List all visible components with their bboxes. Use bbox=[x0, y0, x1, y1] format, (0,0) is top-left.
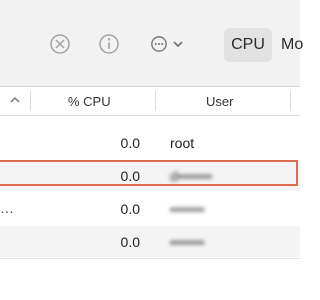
table-row[interactable]: 0.0 root bbox=[0, 127, 300, 158]
user-value-redacted: ••••••• bbox=[170, 201, 205, 217]
cpu-value: 0.0 bbox=[120, 201, 140, 217]
process-name-truncated: … bbox=[0, 200, 14, 216]
tab-memory[interactable]: Mo bbox=[281, 28, 303, 62]
column-divider[interactable] bbox=[155, 91, 156, 111]
column-divider[interactable] bbox=[290, 91, 291, 111]
table-row[interactable]: 0.0 d••••••• bbox=[0, 160, 300, 191]
chevron-down-icon bbox=[173, 41, 183, 48]
table-header: % CPU User bbox=[0, 87, 300, 116]
table-row[interactable]: … 0.0 ••••••• bbox=[0, 193, 300, 224]
table-divider bbox=[0, 258, 300, 259]
more-options-button[interactable] bbox=[150, 35, 184, 53]
user-value: root bbox=[170, 135, 195, 151]
toolbar: CPU Mo bbox=[0, 0, 303, 87]
sort-chevron-up-icon[interactable] bbox=[9, 94, 21, 106]
column-header-user[interactable]: User bbox=[206, 94, 233, 109]
column-header-cpu[interactable]: % CPU bbox=[68, 94, 111, 109]
info-icon[interactable] bbox=[97, 32, 121, 56]
user-value-redacted: d••••••• bbox=[170, 168, 213, 184]
cpu-value: 0.0 bbox=[120, 135, 140, 151]
column-divider[interactable] bbox=[30, 91, 31, 111]
table-row[interactable]: 0.0 ••••••• bbox=[0, 226, 300, 257]
cpu-value: 0.0 bbox=[120, 168, 140, 184]
stop-process-icon[interactable] bbox=[48, 32, 72, 56]
tab-cpu[interactable]: CPU bbox=[224, 28, 272, 62]
cpu-value: 0.0 bbox=[120, 234, 140, 250]
more-options-icon bbox=[151, 36, 167, 52]
user-value-redacted: ••••••• bbox=[170, 234, 205, 250]
